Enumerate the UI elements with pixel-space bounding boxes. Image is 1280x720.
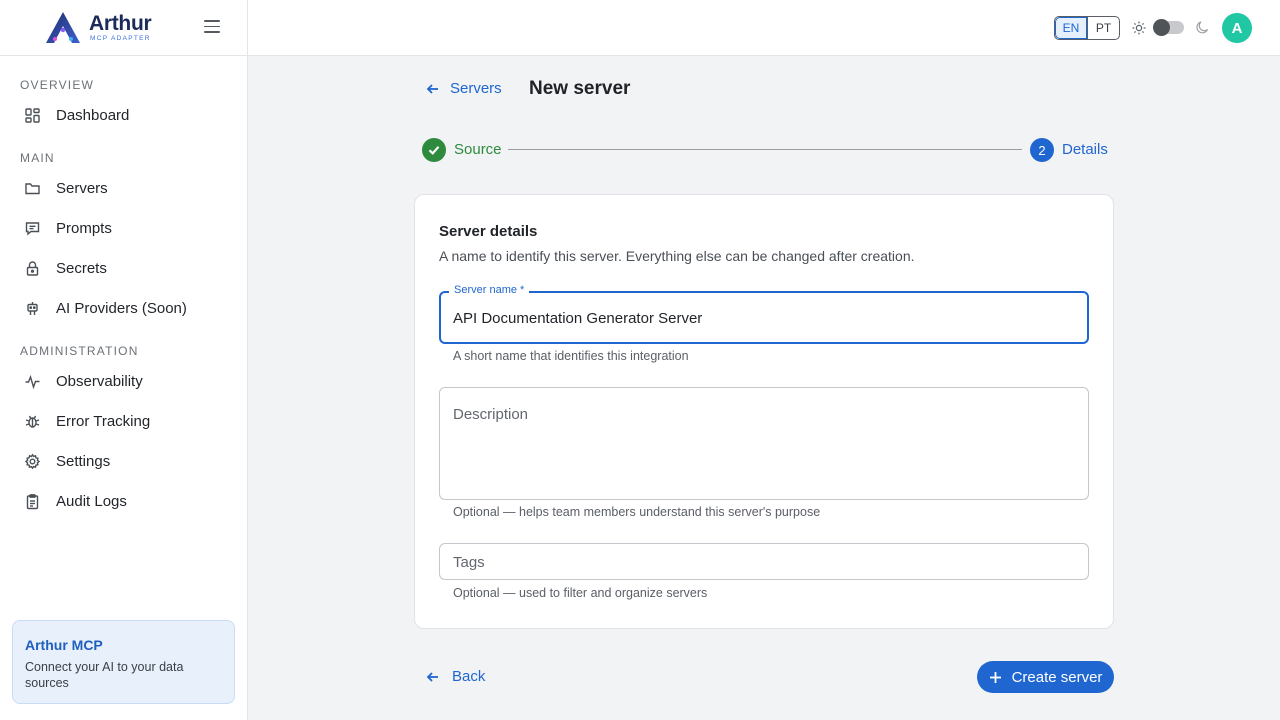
description-placeholder: Description [453, 406, 529, 423]
server-name-help: A short name that identifies this integr… [453, 349, 689, 363]
message-icon [25, 221, 40, 235]
breadcrumb-servers-label: Servers [450, 80, 502, 97]
tags-help: Optional — used to filter and organize s… [453, 586, 708, 600]
server-name-label: Server name * [449, 284, 530, 296]
nav-section-main: MAIN [20, 151, 55, 165]
promo-title: Arthur MCP [25, 637, 103, 653]
dashboard-icon [25, 107, 40, 123]
language-pt-button[interactable]: PT [1087, 17, 1119, 39]
card-title: Server details [439, 223, 538, 240]
description-help: Optional — helps team members understand… [453, 505, 821, 519]
server-name-field[interactable]: Server name * API Documentation Generato… [439, 284, 1089, 344]
sidebar-item-dashboard[interactable]: Dashboard [0, 95, 247, 135]
bug-icon [25, 415, 40, 428]
card-description: A name to identify this server. Everythi… [439, 248, 915, 264]
lock-icon [26, 260, 39, 276]
promo-card: Arthur MCP Connect your AI to your data … [12, 620, 235, 704]
gear-icon [24, 453, 41, 469]
tags-placeholder: Tags [453, 554, 485, 571]
activity-icon [25, 374, 40, 389]
back-button-label: Back [452, 668, 486, 685]
sidebar-item-label: Observability [56, 372, 143, 390]
step-details-number: 2 [1030, 138, 1054, 162]
plus-icon [989, 671, 1001, 683]
server-details-card: Server details A name to identify this s… [414, 194, 1114, 629]
sidebar-item-label: Servers [56, 179, 108, 197]
moon-icon [1196, 21, 1209, 34]
stepper-connector [508, 149, 1022, 150]
create-server-label: Create server [1011, 668, 1103, 686]
topbar: EN PT A [248, 0, 1280, 56]
sidebar-item-label: Dashboard [56, 106, 130, 124]
nav-section-administration: ADMINISTRATION [20, 344, 139, 358]
promo-text: Connect your AI to your data sources [25, 660, 184, 690]
sun-icon [1132, 21, 1146, 35]
page-title: New server [529, 78, 631, 99]
arrow-left-icon [426, 83, 438, 94]
folder-icon [25, 182, 40, 194]
sidebar: Arthur MCP ADAPTER OVERVIEW Dashboard MA… [0, 0, 248, 720]
theme-toggle-knob [1153, 19, 1170, 36]
sidebar-item-audit-logs[interactable]: Audit Logs [0, 481, 247, 521]
server-name-input[interactable]: API Documentation Generator Server [453, 310, 702, 327]
breadcrumb-servers-link[interactable]: Servers [426, 80, 502, 97]
robot-icon [27, 301, 38, 315]
sidebar-nav: OVERVIEW Dashboard MAIN Servers Prompts … [0, 56, 247, 521]
user-avatar[interactable]: A [1222, 13, 1252, 43]
sidebar-item-prompts[interactable]: Prompts [0, 208, 247, 248]
sidebar-item-label: Prompts [56, 219, 112, 237]
arthur-logo-icon [46, 11, 80, 43]
sidebar-item-label: Secrets [56, 259, 107, 277]
tags-field[interactable]: Tags [439, 543, 1089, 580]
arrow-left-icon [426, 671, 438, 682]
sidebar-item-label: Error Tracking [56, 412, 151, 430]
sidebar-item-observability[interactable]: Observability [0, 361, 247, 401]
sidebar-item-label: Audit Logs [56, 492, 127, 510]
create-server-button[interactable]: Create server [977, 661, 1114, 693]
clipboard-icon [26, 493, 39, 509]
back-button[interactable]: Back [426, 668, 485, 685]
sidebar-item-label: AI Providers (Soon) [56, 299, 187, 317]
sidebar-item-ai-providers[interactable]: AI Providers (Soon) [0, 288, 247, 328]
sidebar-item-secrets[interactable]: Secrets [0, 248, 247, 288]
step-details-label: Details [1062, 141, 1108, 158]
sidebar-item-error-tracking[interactable]: Error Tracking [0, 401, 247, 441]
step-source-label: Source [454, 141, 502, 158]
brand-subtitle: MCP ADAPTER [90, 34, 151, 42]
sidebar-item-settings[interactable]: Settings [0, 441, 247, 481]
nav-section-overview: OVERVIEW [20, 78, 95, 92]
sidebar-item-servers[interactable]: Servers [0, 168, 247, 208]
brand-header: Arthur MCP ADAPTER [0, 0, 247, 56]
step-source-check-icon [422, 138, 446, 162]
hamburger-menu-icon[interactable] [204, 20, 220, 36]
language-en-button[interactable]: EN [1055, 17, 1087, 39]
sidebar-item-label: Settings [56, 452, 111, 470]
language-switcher: EN PT [1054, 16, 1120, 40]
theme-toggle[interactable] [1153, 19, 1184, 36]
brand-name: Arthur [89, 11, 152, 35]
description-field[interactable]: Description [439, 387, 1089, 500]
